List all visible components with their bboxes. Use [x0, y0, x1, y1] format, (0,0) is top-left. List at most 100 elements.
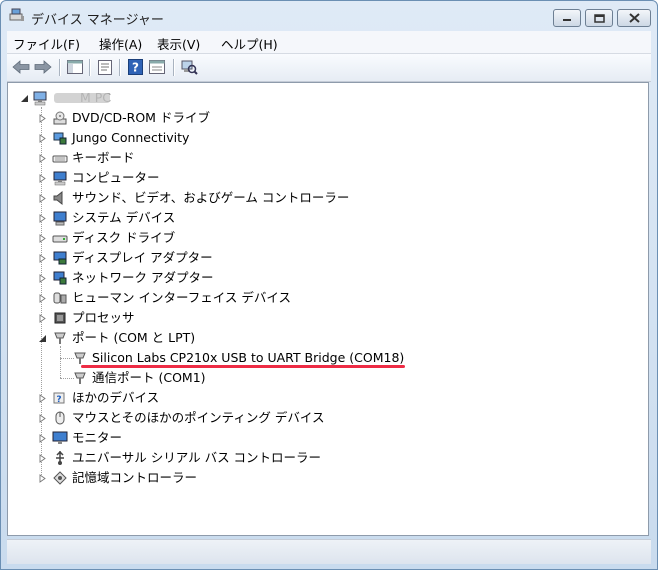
title-bar[interactable]: デバイス マネージャー: [1, 1, 657, 31]
tree-category-label: システム デバイス: [72, 210, 176, 225]
svg-text:?: ?: [56, 395, 61, 405]
menu-action[interactable]: 操作(A): [99, 34, 142, 53]
toolbar-separator: [173, 59, 175, 76]
storage-controller-icon: [53, 471, 67, 485]
minimize-button[interactable]: [553, 9, 581, 27]
expand-arrow-icon[interactable]: [38, 294, 47, 303]
tree-category-item[interactable]: 記憶域コントローラー: [52, 469, 197, 487]
expand-arrow-icon[interactable]: [38, 454, 47, 463]
tree-connector-line: [60, 346, 61, 378]
maximize-button[interactable]: [585, 9, 613, 27]
system-device-icon: [53, 211, 67, 226]
minimize-icon: [563, 19, 571, 21]
collapse-arrow-icon[interactable]: [20, 94, 29, 103]
close-button[interactable]: [617, 9, 651, 27]
menu-view[interactable]: 表示(V): [157, 34, 200, 53]
tree-category-item[interactable]: ポート (COM と LPT): [52, 329, 195, 347]
expand-arrow-icon[interactable]: [38, 174, 47, 183]
expand-arrow-icon[interactable]: [38, 154, 47, 163]
mouse-icon: [55, 411, 65, 425]
menu-file[interactable]: ファイル(F): [13, 34, 80, 53]
collapse-arrow-icon[interactable]: [38, 334, 47, 343]
tree-category-item[interactable]: ディスク ドライブ: [52, 229, 175, 247]
network-device-icon: [53, 132, 67, 145]
maximize-icon: [593, 13, 605, 23]
tree-category-label: マウスとそのほかのポインティング デバイス: [72, 410, 325, 425]
tree-category-item[interactable]: DVD/CD-ROM ドライブ: [52, 109, 210, 127]
device-manager-window: デバイス マネージャー ファイル(F) 操作(A) 表示(V) ヘルプ(H) ?…: [0, 0, 658, 570]
tree-category-label: モニター: [72, 430, 123, 445]
show-hide-console-tree-button[interactable]: [65, 58, 85, 76]
forward-button[interactable]: [33, 58, 53, 76]
tree-category-item[interactable]: マウスとそのほかのポインティング デバイス: [52, 409, 324, 427]
tree-category-item[interactable]: モニター: [52, 429, 122, 447]
network-adapter-icon: [53, 271, 67, 285]
tree-category-item[interactable]: サウンド、ビデオ、およびゲーム コントローラー: [52, 189, 349, 207]
expand-arrow-icon[interactable]: [38, 114, 47, 123]
tree-category-item[interactable]: システム デバイス: [52, 209, 175, 227]
tree-device-item[interactable]: 通信ポート (COM1): [72, 369, 206, 387]
tree-category-item[interactable]: ヒューマン インターフェイス デバイス: [52, 289, 291, 307]
tree-category-label: ディスプレイ アダプター: [72, 250, 213, 265]
tree-category-label: ネットワーク アダプター: [72, 270, 214, 285]
hid-icon: [53, 292, 67, 304]
expand-arrow-icon[interactable]: [38, 434, 47, 443]
tree-category-item[interactable]: ディスプレイ アダプター: [52, 249, 213, 267]
expand-arrow-icon[interactable]: [38, 234, 47, 243]
tree-category-item[interactable]: ユニバーサル シリアル バス コントローラー: [52, 449, 321, 467]
back-button[interactable]: [11, 58, 31, 76]
tree-category-item[interactable]: ? ほかのデバイス: [52, 389, 159, 407]
device-tree[interactable]: M PC DVD/CD-ROM ドライブ Jungo Connectivity キー…: [7, 82, 649, 536]
port-icon: [74, 352, 86, 364]
disk-drive-icon: [52, 235, 68, 243]
toolbar-separator: [89, 59, 91, 76]
update-driver-button[interactable]: [147, 58, 167, 76]
computer-icon: [53, 171, 67, 186]
usb-icon: [56, 450, 64, 465]
tree-category-item[interactable]: ネットワーク アダプター: [52, 269, 213, 287]
monitor-icon: [52, 431, 68, 444]
back-arrow-icon: [12, 60, 30, 74]
expand-arrow-icon[interactable]: [38, 274, 47, 283]
unknown-device-icon: ?: [53, 392, 65, 405]
expand-arrow-icon[interactable]: [38, 254, 47, 263]
expand-arrow-icon[interactable]: [38, 474, 47, 483]
expand-arrow-icon[interactable]: [38, 194, 47, 203]
port-icon: [54, 332, 66, 344]
scan-hardware-button[interactable]: [179, 58, 199, 76]
properties-button[interactable]: [95, 58, 115, 76]
window-title: デバイス マネージャー: [31, 13, 164, 28]
tree-category-label: Jungo Connectivity: [72, 130, 190, 145]
tree-category-item[interactable]: コンピューター: [52, 169, 160, 187]
expand-arrow-icon[interactable]: [38, 414, 47, 423]
highlight-underline: [81, 365, 405, 368]
dvd-drive-icon: [53, 111, 67, 125]
tree-category-item[interactable]: キーボード: [52, 149, 135, 167]
expand-arrow-icon[interactable]: [38, 214, 47, 223]
menu-help[interactable]: ヘルプ(H): [221, 34, 278, 53]
toolbar-separator: [119, 59, 121, 76]
tree-category-label: DVD/CD-ROM ドライブ: [72, 110, 210, 125]
help-icon: ?: [127, 59, 143, 75]
tree-category-item[interactable]: プロセッサ: [52, 309, 135, 327]
processor-icon: [54, 312, 66, 324]
expand-arrow-icon[interactable]: [38, 134, 47, 143]
close-icon: [628, 13, 640, 23]
tree-category-label: コンピューター: [72, 170, 160, 185]
forward-arrow-icon: [34, 60, 52, 74]
properties-icon: [98, 59, 112, 75]
expand-arrow-icon[interactable]: [38, 314, 47, 323]
keyboard-icon: [52, 155, 68, 163]
show-hide-console-tree-icon: [67, 60, 83, 74]
tree-root-item[interactable]: M PC: [32, 89, 111, 107]
tree-category-label: サウンド、ビデオ、およびゲーム コントローラー: [72, 190, 350, 205]
menu-bar: ファイル(F) 操作(A) 表示(V) ヘルプ(H): [7, 31, 651, 54]
tree-category-label: ヒューマン インターフェイス デバイス: [72, 290, 291, 305]
redacted-computer-name: [54, 93, 110, 103]
help-button[interactable]: ?: [125, 58, 145, 76]
computer-icon: [33, 91, 47, 106]
expand-arrow-icon[interactable]: [38, 394, 47, 403]
status-bar: [7, 539, 651, 564]
tree-device-label: 通信ポート (COM1): [92, 370, 206, 385]
tree-category-item[interactable]: Jungo Connectivity: [52, 129, 189, 147]
